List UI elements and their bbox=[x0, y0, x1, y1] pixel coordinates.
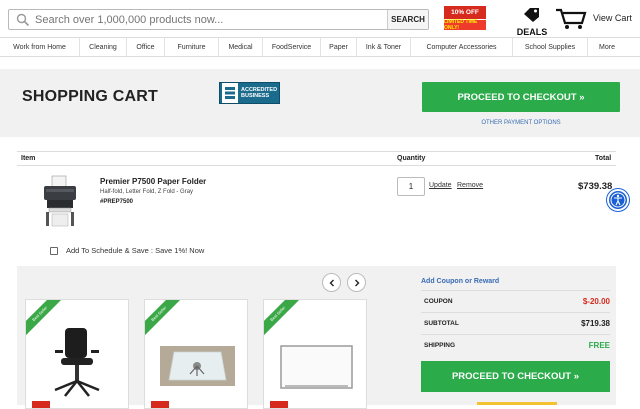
subtotal-value: $719.38 bbox=[581, 319, 610, 328]
update-link[interactable]: Update bbox=[429, 182, 452, 189]
nav-item-paper[interactable]: Paper bbox=[321, 38, 357, 56]
sale-tag bbox=[32, 401, 50, 408]
nav-item-work-from-home[interactable]: Work from Home bbox=[0, 38, 80, 56]
remove-link[interactable]: Remove bbox=[457, 182, 483, 189]
nav-item-cleaning[interactable]: Cleaning bbox=[80, 38, 127, 56]
subtotal-label: SUBTOTAL bbox=[424, 320, 459, 327]
item-total: $739.38 bbox=[578, 181, 613, 192]
coupon-row: COUPON $-20.00 bbox=[421, 290, 610, 312]
bbb-text: ACCREDITED BUSINESS bbox=[241, 87, 278, 99]
add-coupon-link[interactable]: Add Coupon or Reward bbox=[421, 278, 499, 285]
shipping-row: SHIPPING FREE bbox=[421, 334, 610, 356]
nav-item-furniture[interactable]: Furniture bbox=[165, 38, 219, 56]
proceed-to-checkout-bottom-button[interactable]: PROCEED TO CHECKOUT » bbox=[421, 361, 610, 392]
cart-icon[interactable] bbox=[555, 8, 587, 30]
search-icon bbox=[16, 13, 30, 27]
nav-item-computer-accessories[interactable]: Computer Accessories bbox=[411, 38, 513, 56]
site-header: SEARCH 10% OFF LIMITED TIME ONLY! DEALS … bbox=[0, 0, 640, 37]
deals-tag-icon bbox=[524, 8, 539, 22]
nav-item-school-supplies[interactable]: School Supplies bbox=[513, 38, 588, 56]
search-bar: SEARCH bbox=[8, 9, 429, 30]
whiteboard-image bbox=[280, 345, 353, 389]
view-cart-link[interactable]: View Cart bbox=[593, 13, 632, 23]
accessibility-button[interactable] bbox=[607, 189, 629, 211]
accessibility-icon bbox=[610, 192, 626, 208]
promo-subtext: LIMITED TIME ONLY! bbox=[444, 19, 486, 31]
recommended-product-card[interactable]: Best Seller bbox=[263, 299, 367, 409]
product-description: Half-fold, Letter Fold, Z Fold - Gray bbox=[100, 189, 194, 195]
search-button[interactable]: SEARCH bbox=[387, 10, 428, 29]
schedule-label: Add To Schedule & Save : Save 1%! Now bbox=[66, 246, 205, 255]
product-name[interactable]: Premier P7500 Paper Folder bbox=[100, 177, 206, 186]
search-input[interactable] bbox=[35, 11, 390, 28]
recommended-product-card[interactable]: Best Seller bbox=[25, 299, 129, 409]
schedule-save-option[interactable]: Add To Schedule & Save : Save 1%! Now bbox=[50, 246, 204, 255]
recommended-product-card[interactable]: Best Seller bbox=[144, 299, 248, 409]
nav-item-ink-toner[interactable]: Ink & Toner bbox=[357, 38, 411, 56]
chevron-right-icon bbox=[354, 279, 359, 286]
col-total-header: Total bbox=[595, 155, 612, 162]
other-payment-options-link[interactable]: OTHER PAYMENT OPTIONS bbox=[422, 120, 620, 126]
product-image[interactable] bbox=[40, 174, 80, 230]
promo-discount: 10% OFF bbox=[444, 6, 486, 19]
promo-banner[interactable]: 10% OFF LIMITED TIME ONLY! bbox=[444, 6, 486, 32]
category-nav: Work from Home Cleaning Office Furniture… bbox=[0, 37, 640, 57]
coupon-value: $-20.00 bbox=[582, 297, 610, 306]
product-sku: #PREP7500 bbox=[100, 199, 134, 205]
proceed-to-checkout-button[interactable]: PROCEED TO CHECKOUT » bbox=[422, 82, 620, 112]
nav-item-office[interactable]: Office bbox=[127, 38, 165, 56]
bbb-accredited-badge[interactable]: ACCREDITED BUSINESS bbox=[219, 82, 280, 104]
deals-label: DEALS bbox=[516, 27, 548, 37]
nav-item-medical[interactable]: Medical bbox=[219, 38, 263, 56]
sale-tag bbox=[151, 401, 169, 408]
coupon-label: COUPON bbox=[424, 298, 453, 305]
office-chair-image bbox=[54, 328, 100, 397]
carousel-prev-button[interactable] bbox=[322, 273, 341, 292]
chevron-left-icon bbox=[329, 279, 334, 286]
subtotal-row: SUBTOTAL $719.38 bbox=[421, 312, 610, 334]
schedule-checkbox[interactable] bbox=[50, 246, 58, 255]
col-item-header: Item bbox=[21, 155, 36, 162]
sale-tag bbox=[270, 401, 288, 408]
nav-item-more[interactable]: More bbox=[588, 38, 626, 56]
nav-item-foodservice[interactable]: FoodService bbox=[263, 38, 321, 56]
shipping-value: FREE bbox=[588, 341, 610, 350]
shipping-label: SHIPPING bbox=[424, 342, 456, 349]
col-quantity-header: Quantity bbox=[397, 155, 426, 162]
page-title: SHOPPING CART bbox=[22, 88, 158, 105]
cart-table-header: Item Quantity Total bbox=[17, 151, 616, 166]
chair-mat-image bbox=[160, 346, 235, 386]
deals-link[interactable]: DEALS bbox=[514, 6, 550, 37]
bbb-logo-icon bbox=[222, 83, 238, 103]
quantity-input[interactable]: 1 bbox=[397, 177, 425, 196]
carousel-next-button[interactable] bbox=[347, 273, 366, 292]
